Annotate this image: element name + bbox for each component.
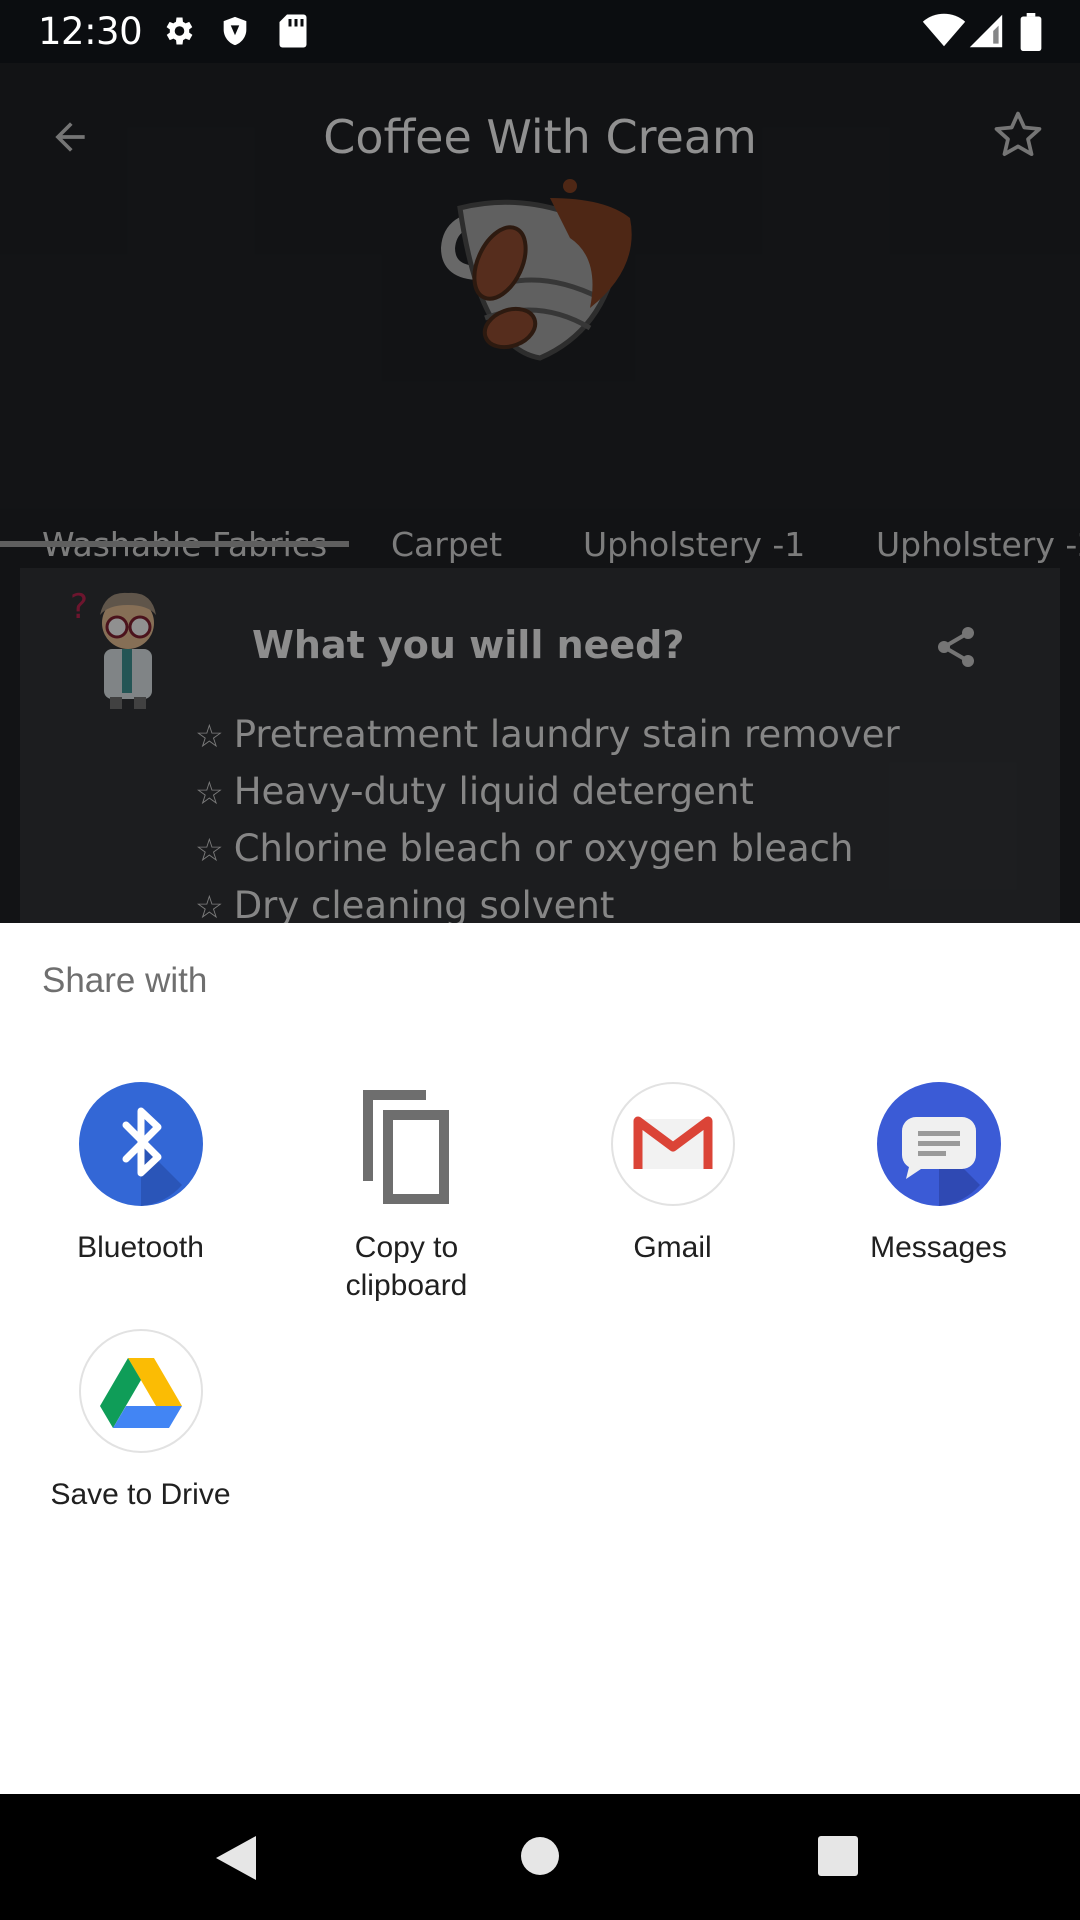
system-nav-bar bbox=[0, 1794, 1080, 1920]
share-sheet: Share with Bluetooth Copy to clipboard G… bbox=[0, 923, 1080, 1794]
share-target-label: Save to Drive bbox=[50, 1478, 231, 1511]
nav-home-icon[interactable] bbox=[518, 1834, 562, 1883]
battery-icon bbox=[1020, 13, 1042, 56]
page-title: Coffee With Cream bbox=[323, 110, 757, 164]
tab-indicator bbox=[0, 541, 349, 547]
wifi-icon bbox=[922, 13, 966, 54]
copy-icon bbox=[344, 1081, 470, 1207]
sd-card-icon bbox=[278, 13, 308, 54]
share-target-messages[interactable]: Messages bbox=[806, 1081, 1071, 1281]
card-title: What you will need? bbox=[252, 623, 685, 667]
bluetooth-icon bbox=[78, 1081, 204, 1207]
shield-icon bbox=[218, 13, 252, 54]
share-target-copy-to-clipboard[interactable]: Copy to clipboard bbox=[274, 1081, 539, 1311]
instructions-card: ? What you will need? ☆ Pretreatment laun… bbox=[20, 568, 1060, 923]
nav-recents-icon[interactable] bbox=[816, 1834, 860, 1883]
share-target-gmail[interactable]: Gmail bbox=[540, 1081, 805, 1281]
messages-icon bbox=[876, 1081, 1002, 1207]
share-target-save-to-drive[interactable]: Save to Drive bbox=[8, 1328, 273, 1528]
svg-text:?: ? bbox=[70, 587, 88, 627]
gmail-icon bbox=[610, 1081, 736, 1207]
share-target-bluetooth[interactable]: Bluetooth bbox=[8, 1081, 273, 1281]
supplies-list: ☆ Pretreatment laundry stain remover ☆ Hea… bbox=[195, 713, 900, 923]
drive-icon bbox=[78, 1328, 204, 1454]
list-item: ☆ Pretreatment laundry stain remover bbox=[195, 713, 900, 756]
list-item: ☆ Heavy-duty liquid detergent bbox=[195, 770, 754, 813]
tab-upholstery-2[interactable]: Upholstery -2 bbox=[876, 525, 1080, 564]
star-outline-icon[interactable] bbox=[990, 107, 1046, 168]
share-target-label: Gmail bbox=[633, 1231, 712, 1264]
coffee-cup-logo bbox=[430, 178, 650, 373]
app-content: Coffee With Cream Washable Fabrics Carpe… bbox=[0, 63, 1080, 923]
list-item: ☆ Chlorine bleach or oxygen bleach bbox=[195, 827, 854, 870]
status-bar: 12:30 bbox=[0, 0, 1080, 63]
share-icon[interactable] bbox=[932, 623, 980, 676]
tab-upholstery-1[interactable]: Upholstery -1 bbox=[583, 525, 805, 564]
share-target-label: Messages bbox=[870, 1231, 1007, 1264]
share-target-label: Copy to clipboard bbox=[345, 1231, 468, 1302]
share-sheet-title: Share with bbox=[42, 961, 208, 1000]
signal-icon bbox=[968, 13, 1004, 54]
status-time: 12:30 bbox=[38, 10, 143, 53]
gear-icon bbox=[160, 13, 196, 54]
nav-back-icon[interactable] bbox=[214, 1834, 258, 1887]
list-item: ☆ Dry cleaning solvent bbox=[195, 884, 615, 923]
share-target-label: Bluetooth bbox=[77, 1231, 204, 1264]
scientist-avatar: ? bbox=[60, 583, 190, 718]
tab-carpet[interactable]: Carpet bbox=[391, 525, 502, 564]
